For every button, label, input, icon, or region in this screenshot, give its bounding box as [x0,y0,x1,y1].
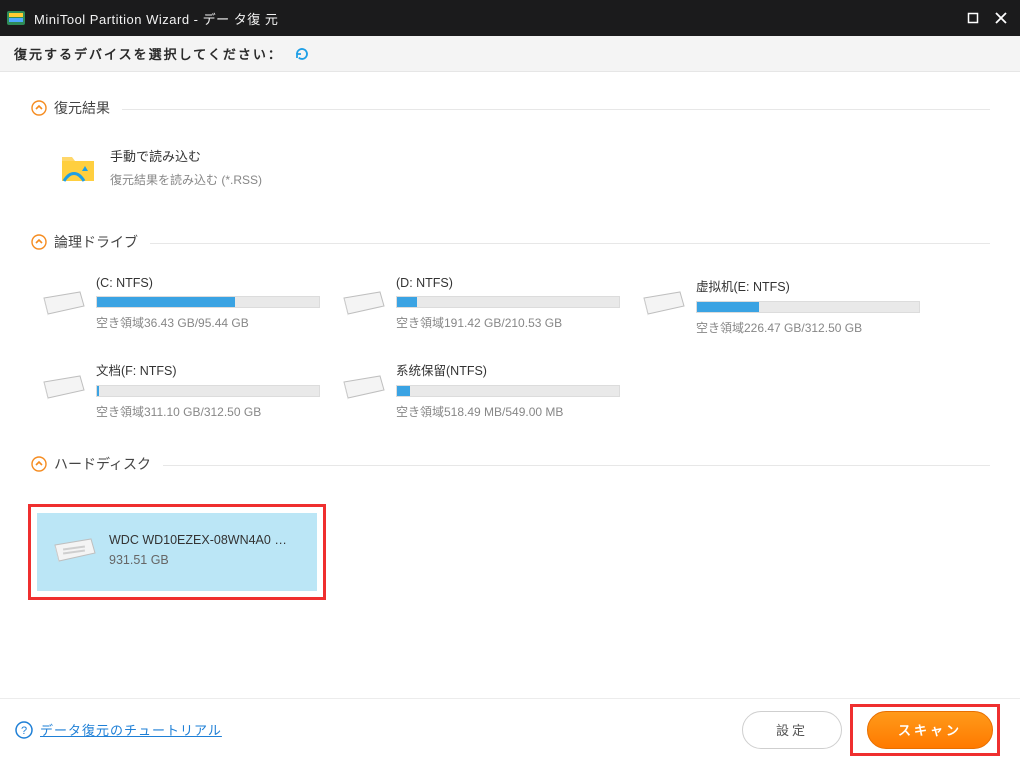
main-content: 復元結果 手動で読み込む 復元結果を読み込む (*.RSS) [0,72,1020,698]
logical-drive-grid: (C: NTFS) 空き領域36.43 GB/95.44 GB (D: NTFS) 空… [30,262,990,420]
refresh-button[interactable] [293,45,311,63]
section-title-restore: 復元結果 [54,98,110,118]
drive-icon [40,288,86,318]
hard-disk-grid: WDC WD10EZEX-08WN4A0 S... 931.51 GB [30,484,990,600]
drive-usage-bar [696,301,920,313]
divider [150,243,990,244]
drive-space-text: 空き領域518.49 MB/549.00 MB [396,403,620,420]
section-header-logical[interactable]: 論理ドライブ [30,232,990,252]
section-hard-disk: ハードディスク WDC WD10EZEX-08WN4A0 S... [30,454,990,600]
drive-name: (C: NTFS) [96,276,320,290]
title-bar: MiniTool Partition Wizard - デー タ復 元 [0,0,1020,36]
drive-usage-bar [396,385,620,397]
manual-load-title: 手動で読み込む [110,146,262,165]
maximize-button[interactable] [962,7,984,29]
footer-bar: ? データ復元のチュートリアル 設定 スキャン [0,698,1020,760]
section-logical-drives: 論理ドライブ (C: NTFS) 空き領域36.43 GB/95.44 GB (D:… [30,232,990,420]
settings-button[interactable]: 設定 [742,711,842,749]
selected-disk-highlight: WDC WD10EZEX-08WN4A0 S... 931.51 GB [28,504,326,600]
app-logo-icon [6,8,26,28]
logical-drive-item[interactable]: (C: NTFS) 空き領域36.43 GB/95.44 GB [40,276,340,336]
chevron-up-icon [30,455,48,473]
drive-usage-bar [396,296,620,308]
drive-name: 系统保留(NTFS) [396,360,620,379]
scan-button[interactable]: スキャン [867,711,993,749]
help-icon: ? [14,720,34,740]
device-select-toolbar: 復元するデバイスを選択してください： [0,36,1020,72]
section-title-logical: 論理ドライブ [54,232,138,252]
scan-button-highlight: スキャン [850,704,1000,756]
hard-disk-item[interactable]: WDC WD10EZEX-08WN4A0 S... 931.51 GB [37,513,317,591]
close-button[interactable] [990,7,1012,29]
drive-usage-bar [96,385,320,397]
manual-load-item[interactable]: 手動で読み込む 復元結果を読み込む (*.RSS) [30,128,990,198]
help-link[interactable]: ? データ復元のチュートリアル [14,720,222,740]
hard-disk-name: WDC WD10EZEX-08WN4A0 S... [109,533,289,547]
manual-load-desc: 復元結果を読み込む (*.RSS) [110,171,262,188]
drive-name: 虚拟机(E: NTFS) [696,276,920,295]
drive-space-text: 空き領域36.43 GB/95.44 GB [96,314,320,331]
hard-disk-icon [51,535,97,565]
section-header-harddisk[interactable]: ハードディスク [30,454,990,474]
logical-drive-item[interactable]: 虚拟机(E: NTFS) 空き領域226.47 GB/312.50 GB [640,276,940,336]
settings-button-label: 設定 [776,720,808,739]
chevron-up-icon [30,99,48,117]
drive-space-text: 空き領域311.10 GB/312.50 GB [96,403,320,420]
divider [163,465,990,466]
drive-space-text: 空き領域191.42 GB/210.53 GB [396,314,620,331]
drive-usage-bar [96,296,320,308]
drive-icon [340,372,386,402]
section-title-harddisk: ハードディスク [54,454,151,474]
section-header-restore[interactable]: 復元結果 [30,98,990,118]
drive-name: (D: NTFS) [396,276,620,290]
logical-drive-item[interactable]: 系统保留(NTFS) 空き領域518.49 MB/549.00 MB [340,360,640,420]
drive-icon [40,372,86,402]
logical-drive-item[interactable]: (D: NTFS) 空き領域191.42 GB/210.53 GB [340,276,640,336]
divider [122,109,990,110]
drive-icon [340,288,386,318]
scan-button-label: スキャン [898,720,962,739]
drive-space-text: 空き領域226.47 GB/312.50 GB [696,319,920,336]
help-link-text: データ復元のチュートリアル [40,720,222,739]
device-select-prompt: 復元するデバイスを選択してください： [14,44,283,63]
chevron-up-icon [30,233,48,251]
svg-text:?: ? [21,725,27,737]
window-title: MiniTool Partition Wizard - デー タ復 元 [34,9,278,28]
logical-drive-item[interactable]: 文档(F: NTFS) 空き領域311.10 GB/312.50 GB [40,360,340,420]
drive-name: 文档(F: NTFS) [96,360,320,379]
folder-import-icon [58,147,98,187]
drive-icon [640,288,686,318]
section-restore-result: 復元結果 手動で読み込む 復元結果を読み込む (*.RSS) [30,98,990,198]
hard-disk-size: 931.51 GB [109,553,289,567]
